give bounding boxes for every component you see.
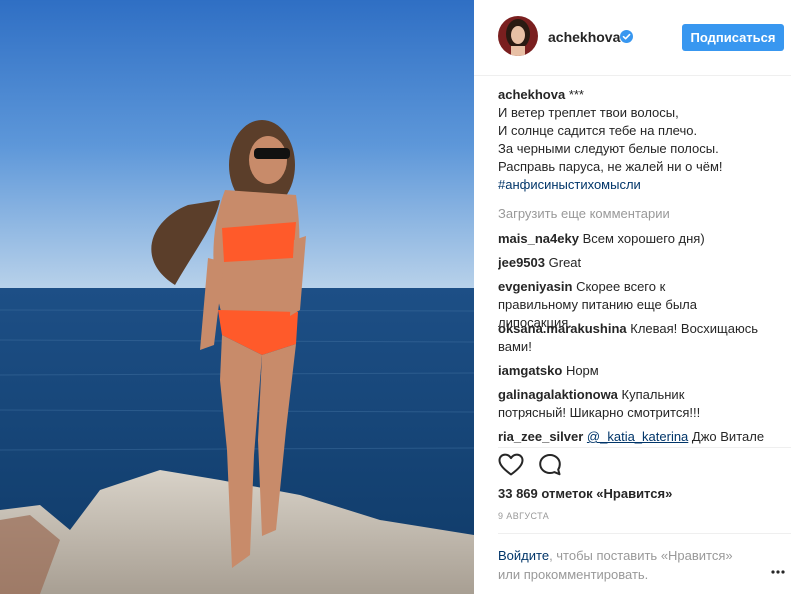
comment-item: iamgatsko Норм xyxy=(498,362,788,380)
comment-item: ria_zee_silver @_katia_katerina Джо Вита… xyxy=(498,428,788,446)
comment-text: Great xyxy=(548,255,582,270)
heart-icon[interactable] xyxy=(498,453,524,477)
divider xyxy=(498,447,791,448)
comment-item: jee9503 Great xyxy=(498,254,788,272)
caption-hashtag[interactable]: #анфисиныстихомысли xyxy=(498,176,723,194)
follow-button[interactable]: Подписаться xyxy=(682,24,784,51)
comment-username[interactable]: mais_na4eky xyxy=(498,231,579,246)
likes-count[interactable]: 33 869 отметок «Нравится» xyxy=(498,486,672,501)
login-prompt: Войдите, чтобы поставить «Нравится» или … xyxy=(498,546,758,584)
comment-text: Норм xyxy=(565,363,599,378)
speech-bubble-icon[interactable] xyxy=(538,453,562,477)
avatar[interactable] xyxy=(498,16,538,56)
comment-item: galinagalaktionowa Купальник потрясный! … xyxy=(498,386,748,422)
comment-username[interactable]: jee9503 xyxy=(498,255,545,270)
comment-username[interactable]: iamgatsko xyxy=(498,363,562,378)
caption-username[interactable]: achekhova xyxy=(498,87,565,102)
comments-list: achekhova *** И ветер треплет твои волос… xyxy=(498,86,788,446)
login-link[interactable]: Войдите xyxy=(498,548,549,563)
comment-username[interactable]: oksana.marakushina xyxy=(498,321,627,336)
comment-item: mais_na4eky Всем хорошего дня) xyxy=(498,230,788,248)
comment-text: Джо Витале xyxy=(691,429,765,444)
comment-mention[interactable]: @_katia_katerina xyxy=(587,429,688,444)
comment-username[interactable]: galinagalaktionowa xyxy=(498,387,618,402)
caption-line: Расправь паруса, не жалей ни о чём! xyxy=(498,159,723,174)
load-more-comments-button[interactable]: Загрузить еще комментарии xyxy=(498,205,670,223)
post-caption: achekhova *** И ветер треплет твои волос… xyxy=(498,86,723,194)
caption-line: И солнце садится тебе на плечо. xyxy=(498,123,698,138)
post-photo xyxy=(0,0,474,594)
comment-item: oksana.marakushina Клевая! Восхищаюсь ва… xyxy=(498,320,768,356)
comment-username[interactable]: ria_zee_silver xyxy=(498,429,583,444)
more-options-icon[interactable] xyxy=(770,562,786,574)
post-date: 9 АВГУСТА xyxy=(498,511,550,521)
caption-suffix: *** xyxy=(565,87,584,102)
verified-badge-icon xyxy=(620,30,633,43)
post-sidebar: achekhova Подписаться achekhova *** И ве… xyxy=(474,0,791,594)
caption-line: За черными следуют белые полосы. xyxy=(498,141,719,156)
caption-line: И ветер треплет твои волосы, xyxy=(498,105,679,120)
post-header: achekhova Подписаться xyxy=(474,0,791,76)
post-author-username[interactable]: achekhova xyxy=(548,29,620,45)
comment-text: Всем хорошего дня) xyxy=(582,231,705,246)
divider xyxy=(498,533,791,534)
comment-username[interactable]: evgeniyasin xyxy=(498,279,572,294)
